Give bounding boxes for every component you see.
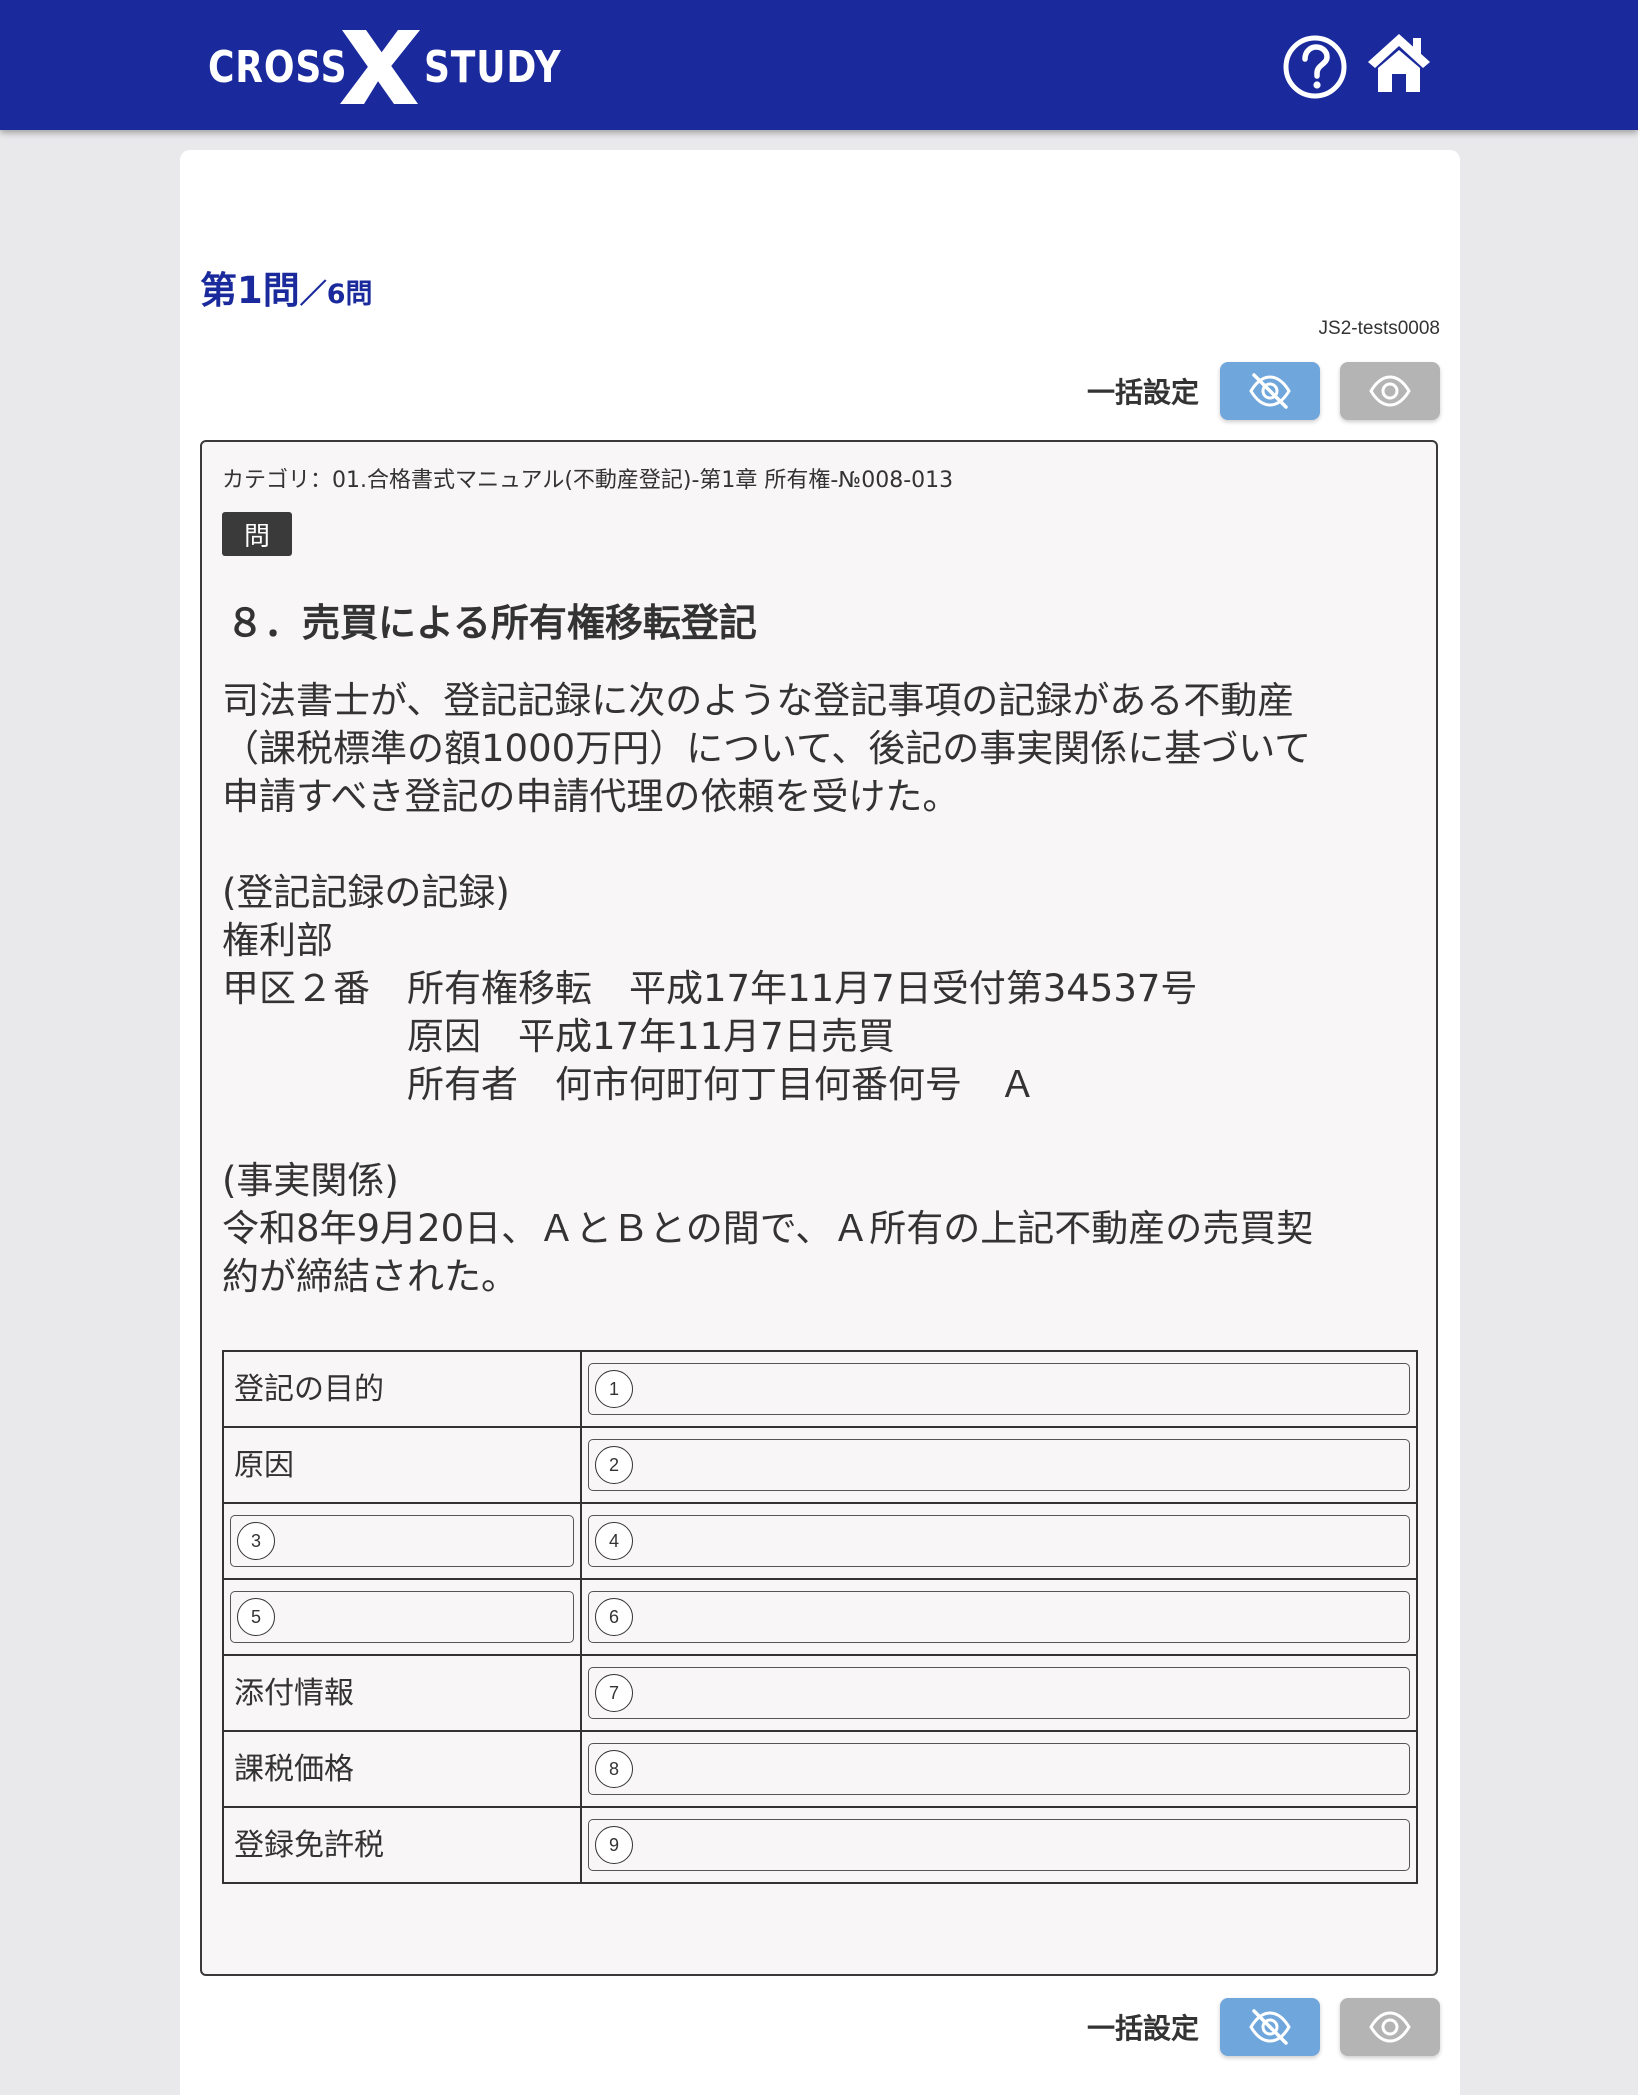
home-icon[interactable]	[1366, 30, 1432, 96]
row-label: 添付情報	[222, 1654, 582, 1732]
eye-off-icon	[1249, 373, 1291, 409]
table-row: 添付情報 7	[222, 1654, 1418, 1732]
answer-field[interactable]: 9	[588, 1819, 1410, 1871]
row-label: 登録免許税	[222, 1806, 582, 1884]
row-label: 登記の目的	[222, 1350, 582, 1428]
show-all-button[interactable]	[1340, 1998, 1440, 2056]
answer-field[interactable]: 3	[230, 1515, 574, 1567]
answer-number: 3	[237, 1522, 275, 1560]
table-row: 34	[222, 1502, 1418, 1580]
answer-number: 6	[595, 1598, 633, 1636]
bulk-settings-label: 一括設定	[1086, 2012, 1199, 2045]
row-label: 原因	[222, 1426, 582, 1504]
question-badge: 問	[222, 512, 292, 556]
answer-cell: 7	[580, 1654, 1418, 1732]
hide-all-button[interactable]	[1220, 362, 1320, 420]
category-text: カテゴリ：01.合格書式マニュアル(不動産登記)-第1章 所有権-№008-01…	[222, 468, 954, 493]
logo[interactable]: CROSS STUDY	[208, 30, 592, 104]
question-panel: 第1問／6問 JS2-tests0008 一括設定 カテゴリ：01.合格書式マニ…	[180, 150, 1460, 2095]
question-counter: 第1問／6問	[200, 260, 373, 314]
table-row: 課税価格 8	[222, 1730, 1418, 1808]
question-total: ／6問	[299, 279, 373, 310]
answer-cell: 2	[580, 1426, 1418, 1504]
test-id: JS2-tests0008	[1318, 318, 1440, 339]
logo-x-mark	[340, 30, 420, 104]
table-row: 原因 2	[222, 1426, 1418, 1504]
label-answer-cell: 3	[222, 1502, 582, 1580]
answer-number: 5	[237, 1598, 275, 1636]
answer-cell: 8	[580, 1730, 1418, 1808]
answer-number: 4	[595, 1522, 633, 1560]
answer-field[interactable]: 4	[588, 1515, 1410, 1567]
answer-cell: 4	[580, 1502, 1418, 1580]
answer-cell: 9	[580, 1806, 1418, 1884]
row-label: 課税価格	[222, 1730, 582, 1808]
bulk-settings-label: 一括設定	[1086, 376, 1199, 409]
table-row: 56	[222, 1578, 1418, 1656]
answer-field[interactable]: 7	[588, 1667, 1410, 1719]
answer-number: 2	[595, 1446, 633, 1484]
answer-field[interactable]: 2	[588, 1439, 1410, 1491]
table-row: 登記の目的 1	[222, 1350, 1418, 1428]
question-heading: ８．売買による所有権移転登記	[226, 601, 757, 645]
bulk-settings-bottom: 一括設定	[1087, 1998, 1440, 2056]
answer-number: 1	[595, 1370, 633, 1408]
question-number: 第1問	[200, 269, 300, 312]
answer-field[interactable]: 5	[230, 1591, 574, 1643]
table-row: 登録免許税 9	[222, 1806, 1418, 1884]
question-box: カテゴリ：01.合格書式マニュアル(不動産登記)-第1章 所有権-№008-01…	[200, 440, 1438, 1976]
answer-field[interactable]: 1	[588, 1363, 1410, 1415]
bulk-settings-top: 一括設定	[1087, 362, 1440, 420]
answer-field[interactable]: 6	[588, 1591, 1410, 1643]
label-answer-cell: 5	[222, 1578, 582, 1656]
logo-text-left: CROSS	[208, 41, 348, 93]
eye-off-icon	[1249, 2009, 1291, 2045]
answer-number: 8	[595, 1750, 633, 1788]
show-all-button[interactable]	[1340, 362, 1440, 420]
logo-text-right: STUDY	[424, 41, 562, 93]
eye-icon	[1369, 2011, 1411, 2043]
question-body: 司法書士が、登記記録に次のような登記事項の記録がある不動産 （課税標準の額100…	[222, 679, 1314, 1298]
help-circle-icon[interactable]	[1282, 34, 1348, 100]
answer-number: 9	[595, 1826, 633, 1864]
eye-icon	[1369, 375, 1411, 407]
answer-cell: 1	[580, 1350, 1418, 1428]
answer-cell: 6	[580, 1578, 1418, 1656]
answer-field[interactable]: 8	[588, 1743, 1410, 1795]
hide-all-button[interactable]	[1220, 1998, 1320, 2056]
answer-number: 7	[595, 1674, 633, 1712]
answer-table: 登記の目的 1 原因 2 3 4 5 6 添付情報 7 課税価格 8 登録免許税 9	[222, 1350, 1418, 1884]
app-header: CROSS STUDY	[0, 0, 1638, 130]
